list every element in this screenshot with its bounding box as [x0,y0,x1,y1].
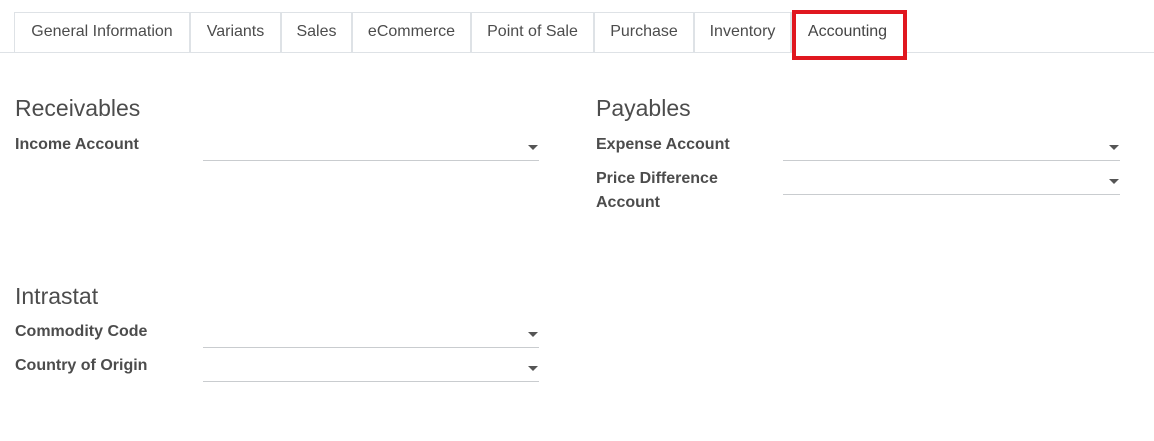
price-difference-account-label: Price Difference Account [596,167,718,215]
tab-general-information[interactable]: General Information [14,12,190,52]
price-difference-label-line1: Price Difference [596,170,718,187]
intrastat-title: Intrastat [15,283,99,309]
expense-account-label: Expense Account [596,136,730,153]
country-of-origin-select[interactable] [203,354,539,382]
caret-down-icon [1109,145,1119,150]
caret-down-icon [528,366,538,371]
caret-down-icon [528,145,538,150]
tab-ecommerce[interactable]: eCommerce [352,12,471,52]
notebook-tab-bar: General Information Variants Sales eComm… [0,12,1154,53]
country-of-origin-label: Country of Origin [15,357,148,374]
commodity-code-select[interactable] [203,320,539,348]
income-account-label: Income Account [15,136,139,153]
price-difference-label-line2: Account [596,194,660,211]
tab-variants[interactable]: Variants [190,12,281,52]
tab-accounting[interactable]: Accounting [791,12,904,53]
income-account-select[interactable] [203,133,539,161]
tab-point-of-sale[interactable]: Point of Sale [471,12,594,52]
tab-sales[interactable]: Sales [281,12,352,52]
caret-down-icon [528,332,538,337]
commodity-code-label: Commodity Code [15,323,148,340]
payables-title: Payables [596,95,691,121]
expense-account-select[interactable] [783,133,1120,161]
tab-inventory[interactable]: Inventory [694,12,791,52]
caret-down-icon [1109,179,1119,184]
tab-purchase[interactable]: Purchase [594,12,694,52]
receivables-title: Receivables [15,95,141,121]
price-difference-account-select[interactable] [783,167,1120,195]
